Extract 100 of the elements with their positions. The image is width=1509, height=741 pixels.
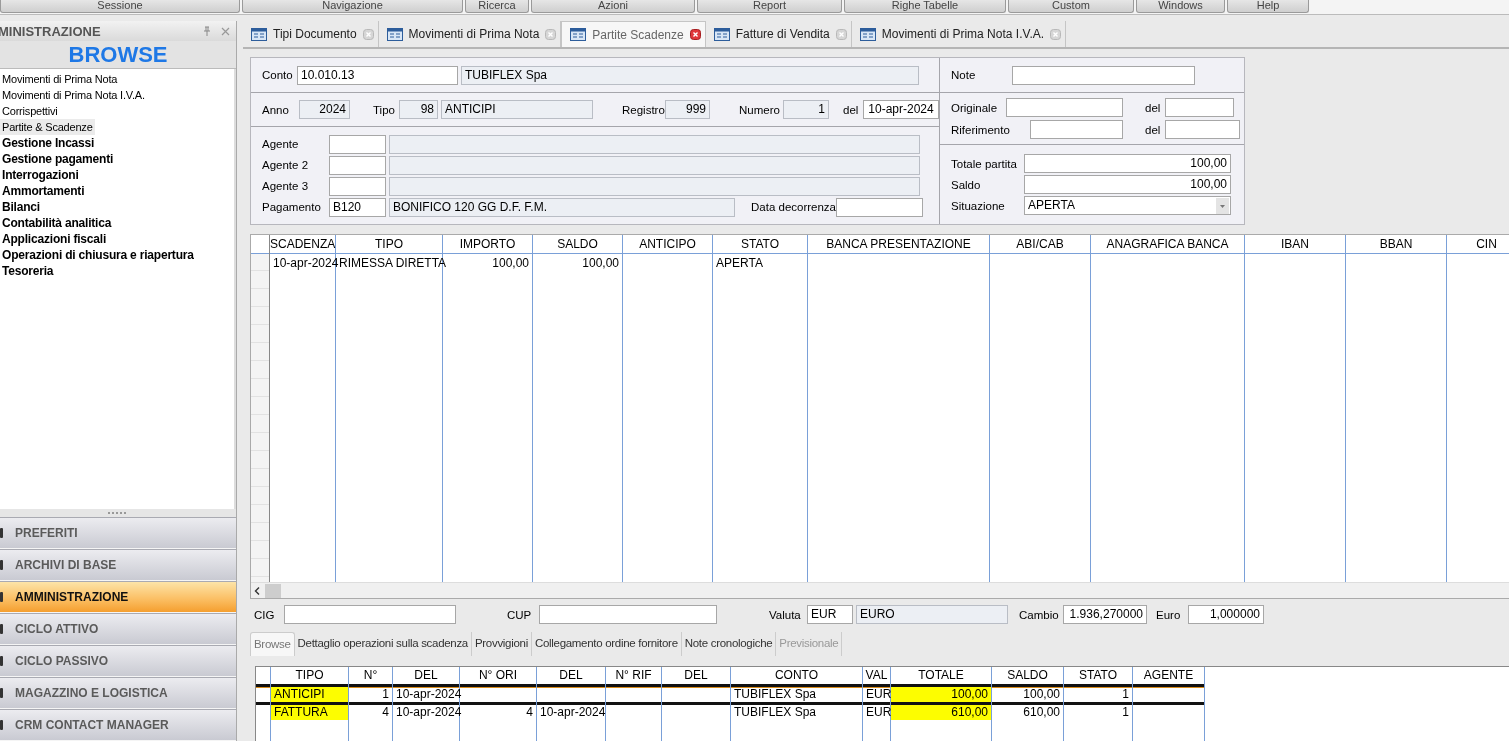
input-field[interactable]: [836, 197, 923, 217]
section-button[interactable]: PREFERITI: [0, 517, 236, 549]
input-field[interactable]: [1165, 120, 1240, 139]
section-button[interactable]: CICLO ATTIVO: [0, 613, 236, 645]
field-label: Valuta: [769, 608, 802, 621]
partial-icon: [0, 622, 4, 636]
form-icon: [251, 27, 267, 41]
input-field[interactable]: [284, 605, 456, 624]
table-cell-text: 10-apr-2024: [395, 705, 459, 720]
menu-button[interactable]: Help: [1227, 0, 1309, 13]
field-label: CIG: [254, 608, 276, 621]
nav-item[interactable]: Corrispettivi: [0, 103, 60, 119]
browse-heading: BROWSE: [0, 41, 236, 69]
input-field[interactable]: [329, 134, 386, 154]
menu-button[interactable]: Righe Tabelle: [844, 0, 1006, 13]
input-field[interactable]: [329, 155, 386, 175]
nav-item[interactable]: Tesoreria: [0, 263, 56, 279]
menu-button[interactable]: Sessione: [0, 0, 240, 13]
field-label: Totale partita: [951, 157, 1018, 170]
menu-button[interactable]: Navigazione: [242, 0, 463, 13]
nav-item[interactable]: Bilanci: [0, 199, 42, 215]
table-cell: ANTICIPI: [271, 687, 348, 705]
nav-item[interactable]: Contabilità analitica: [0, 215, 114, 231]
input-field[interactable]: B120: [329, 197, 386, 217]
sub-tab[interactable]: Dettaglio operazioni sulla scadenza: [294, 632, 472, 656]
document-tab[interactable]: Partite Scadenze: [561, 21, 706, 47]
sub-tab[interactable]: Note cronologiche: [681, 632, 777, 656]
input-field[interactable]: EUR: [807, 605, 853, 624]
section-button[interactable]: ARCHIVI DI BASE: [0, 549, 236, 581]
section-button[interactable]: MAGAZZINO E LOGISTICA: [0, 677, 236, 709]
nav-item[interactable]: Partite & Scadenze: [0, 119, 95, 135]
input-field[interactable]: [1030, 120, 1123, 139]
column-header[interactable]: N° ORI: [460, 667, 536, 687]
column-header[interactable]: AGENTE: [1133, 667, 1204, 687]
field-label: Anno: [262, 103, 290, 116]
input-field[interactable]: 10.010.13: [297, 65, 458, 85]
menu-button[interactable]: Report: [697, 0, 842, 13]
form-icon: [713, 27, 730, 41]
menu-button[interactable]: Windows: [1136, 0, 1225, 13]
partial-icon: [0, 718, 4, 732]
column-header[interactable]: STATO: [1064, 667, 1132, 687]
field-label: Riferimento: [951, 123, 1011, 136]
nav-item[interactable]: Gestione Incassi: [0, 135, 97, 151]
field-label: Saldo: [951, 178, 982, 191]
table-cell-text: 4: [381, 705, 390, 720]
field-label: Originale: [951, 101, 999, 114]
pin-icon[interactable]: [203, 26, 211, 36]
column-header[interactable]: DEL: [393, 667, 459, 687]
nav-item[interactable]: Applicazioni fiscali: [0, 231, 109, 247]
column-header[interactable]: SALDO: [992, 667, 1063, 687]
nav-item[interactable]: Movimenti di Prima Nota I.V.A.: [0, 87, 147, 103]
input-field[interactable]: 100,00: [1024, 154, 1231, 173]
input-field[interactable]: [1012, 65, 1195, 85]
input-field[interactable]: [1006, 98, 1123, 117]
input-field[interactable]: [1165, 98, 1234, 117]
row-header-column[interactable]: [256, 667, 271, 741]
nav-item[interactable]: Gestione pagamenti: [0, 151, 116, 167]
sub-tab[interactable]: Provvigioni: [471, 632, 532, 656]
field-label: del: [1145, 101, 1162, 114]
table-cell-text: APERTA: [715, 255, 764, 272]
menu-button[interactable]: Azioni: [531, 0, 695, 13]
table-cell-text: 4: [525, 705, 534, 720]
grip-icon[interactable]: [108, 511, 128, 515]
section-button[interactable]: CICLO PASSIVO: [0, 645, 236, 677]
input-field[interactable]: 1,000000: [1188, 605, 1264, 624]
column-header[interactable]: DEL: [662, 667, 730, 687]
table-cell-text: 1: [1121, 705, 1130, 720]
field-label: Agente 2: [262, 159, 310, 171]
input-field[interactable]: 1.936,270000: [1063, 605, 1147, 624]
input-field[interactable]: 100,00: [1024, 175, 1231, 194]
field-label: Cambio: [1019, 608, 1060, 621]
sub-tab[interactable]: Collegamento ordine fornitore: [531, 632, 682, 656]
readonly-field: ANTICIPI: [441, 100, 593, 119]
close-icon[interactable]: [689, 29, 701, 40]
menu-button[interactable]: Ricerca: [465, 0, 529, 13]
partial-icon: [0, 526, 4, 540]
column-header[interactable]: N° RIF: [606, 667, 661, 687]
column-header[interactable]: VAL: [863, 667, 890, 687]
table-cell-text: TUBIFLEX Spa: [733, 705, 818, 720]
nav-item[interactable]: Operazioni di chiusura e riapertura: [0, 247, 196, 263]
table-cell-text: 100,00: [491, 255, 530, 272]
field-label: Tipo: [373, 103, 396, 116]
menu-button[interactable]: Custom: [1008, 0, 1134, 13]
input-field[interactable]: 10-apr-2024: [863, 100, 939, 119]
dropdown[interactable]: APERTA: [1024, 196, 1231, 215]
section-button[interactable]: AMMINISTRAZIONE: [0, 581, 236, 613]
nav-item[interactable]: Ammortamenti: [0, 183, 87, 199]
table-cell: 100,00: [992, 687, 1063, 705]
sub-tab[interactable]: Browse: [250, 632, 295, 656]
readonly-field: BONIFICO 120 GG D.F. F.M.: [389, 197, 735, 217]
scrollbar-thumb[interactable]: [265, 583, 281, 598]
section-button[interactable]: CRM CONTACT MANAGER: [0, 709, 236, 741]
nav-item[interactable]: Interrogazioni: [0, 167, 81, 183]
column-header[interactable]: DEL: [537, 667, 605, 687]
input-field[interactable]: [539, 605, 717, 624]
column-header[interactable]: CONTO: [731, 667, 862, 687]
field-label: Agente 3: [262, 180, 310, 192]
input-field[interactable]: [329, 176, 386, 196]
nav-item[interactable]: Movimenti di Prima Nota: [0, 71, 120, 87]
column-header[interactable]: N°: [349, 667, 392, 687]
